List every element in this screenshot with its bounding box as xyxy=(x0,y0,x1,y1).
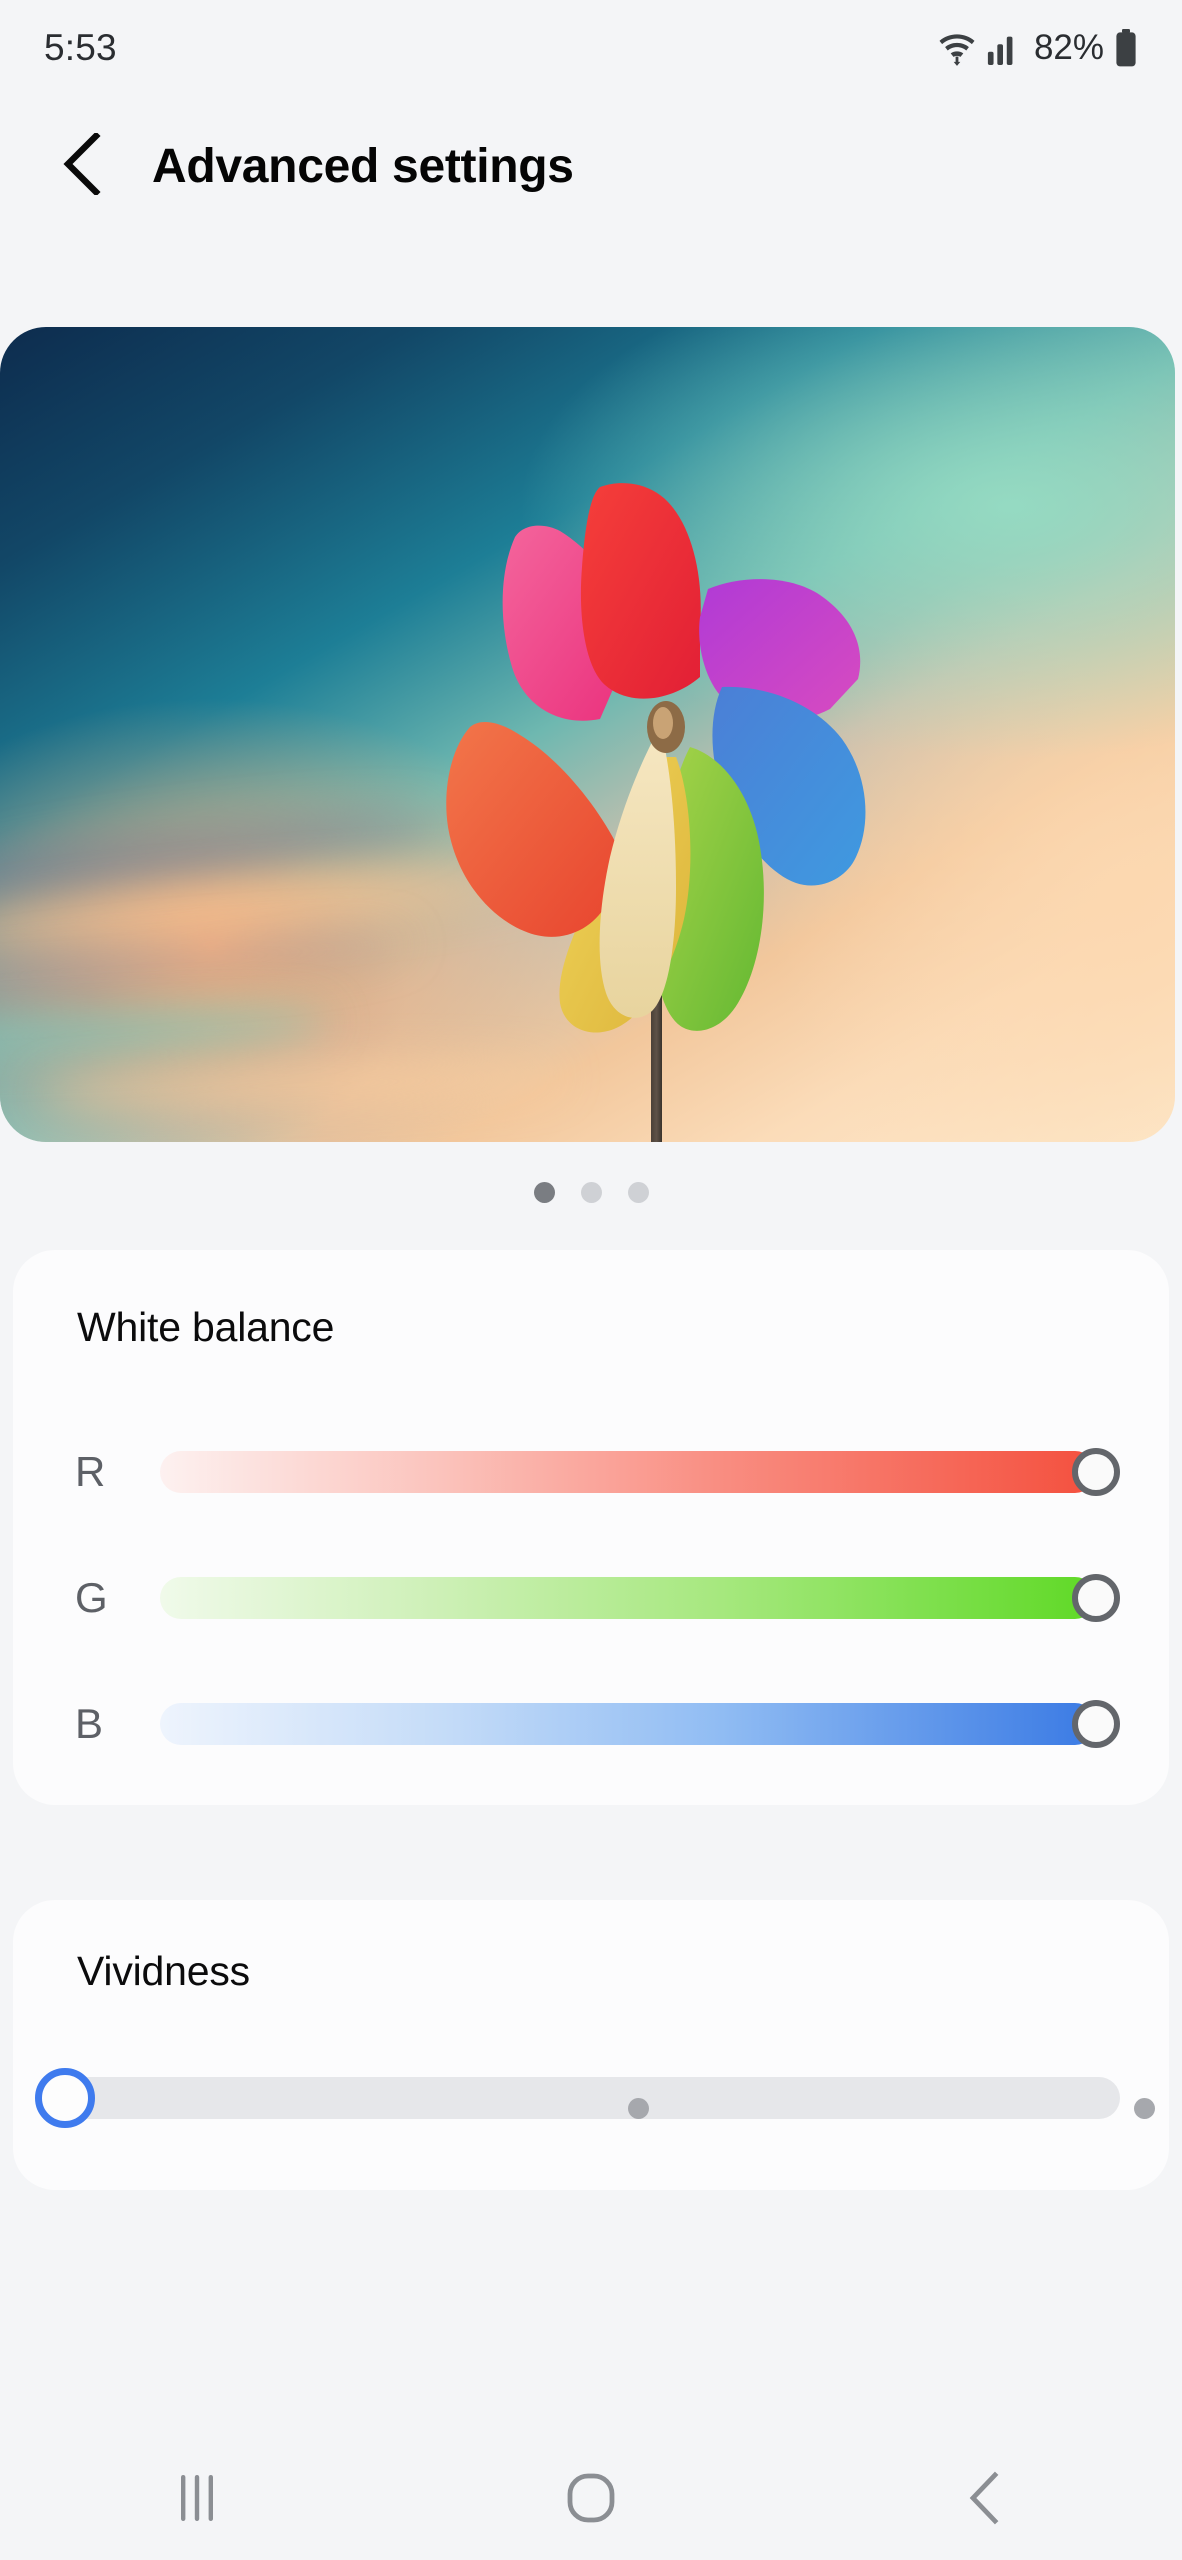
white-balance-title: White balance xyxy=(77,1304,335,1350)
slider-label-b: B xyxy=(75,1700,104,1747)
nav-home-button[interactable] xyxy=(521,2455,661,2545)
white-balance-slider-r[interactable]: R xyxy=(13,1440,1169,1504)
status-bar-time: 5:53 xyxy=(44,27,117,68)
vividness-slider[interactable] xyxy=(13,2068,1169,2128)
status-bar: 5:53 82% xyxy=(0,0,1182,96)
vividness-slider-track[interactable] xyxy=(48,2077,1155,2119)
slider-thumb-g[interactable] xyxy=(1072,1574,1120,1622)
wifi-icon xyxy=(936,27,978,69)
white-balance-slider-g[interactable]: G xyxy=(13,1566,1169,1630)
pinwheel-illustration xyxy=(446,483,866,1142)
page-dot-3[interactable] xyxy=(627,1182,649,1203)
nav-back-button[interactable] xyxy=(915,2455,1055,2545)
slider-track-r[interactable] xyxy=(160,1451,1096,1493)
battery-icon xyxy=(1114,28,1138,68)
vividness-title: Vividness xyxy=(77,1948,250,1994)
battery-percent-label: 82% xyxy=(1033,28,1104,67)
vividness-card: Vividness xyxy=(13,1900,1169,2190)
page-dot-1[interactable] xyxy=(533,1182,555,1203)
vividness-slider-thumb[interactable] xyxy=(35,2068,95,2128)
back-button[interactable] xyxy=(52,130,114,200)
page-title: Advanced settings xyxy=(152,139,574,193)
slider-track-g[interactable] xyxy=(160,1577,1096,1619)
white-balance-card: White balance R G B xyxy=(13,1250,1169,1805)
slider-thumb-r[interactable] xyxy=(1072,1448,1120,1496)
cellular-signal-icon xyxy=(986,29,1020,67)
vividness-tick-end[interactable] xyxy=(1134,2098,1155,2119)
chevron-left-icon xyxy=(62,130,104,200)
vividness-tick-middle[interactable] xyxy=(628,2098,649,2119)
status-bar-indicators: 82% xyxy=(936,27,1138,69)
back-icon xyxy=(965,2471,1005,2530)
carousel-page-indicator[interactable] xyxy=(0,1182,1182,1203)
page-dot-2[interactable] xyxy=(580,1182,602,1203)
system-navigation-bar xyxy=(0,2440,1182,2560)
slider-thumb-b[interactable] xyxy=(1072,1700,1120,1748)
nav-recents-button[interactable] xyxy=(127,2455,267,2545)
app-header: Advanced settings xyxy=(0,96,1182,236)
slider-label-g: G xyxy=(75,1574,108,1621)
slider-label-r: R xyxy=(75,1448,106,1495)
slider-track-b[interactable] xyxy=(160,1703,1096,1745)
white-balance-slider-b[interactable]: B xyxy=(13,1692,1169,1756)
wallpaper-preview-carousel[interactable] xyxy=(0,327,1175,1142)
recents-icon xyxy=(175,2473,219,2528)
home-icon xyxy=(566,2472,616,2529)
